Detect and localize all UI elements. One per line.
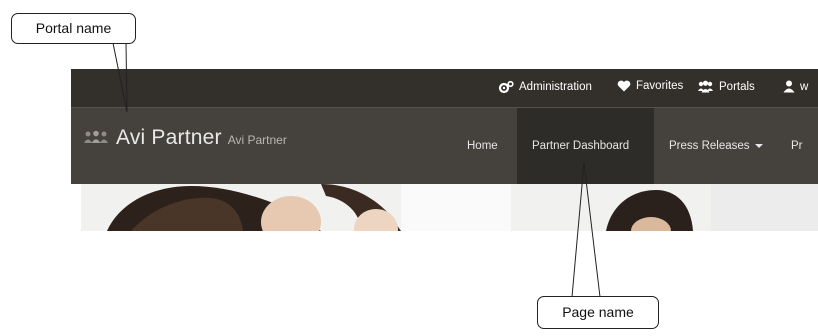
portal-callout-pointer [112,42,128,113]
callout-pointers [112,42,601,298]
page-callout-pointer [571,162,601,298]
portal-name-callout: Portal name [11,13,136,44]
page-name-callout: Page name [537,296,659,329]
page-name-callout-label: Page name [562,304,634,320]
portal-name-callout-label: Portal name [35,20,112,36]
